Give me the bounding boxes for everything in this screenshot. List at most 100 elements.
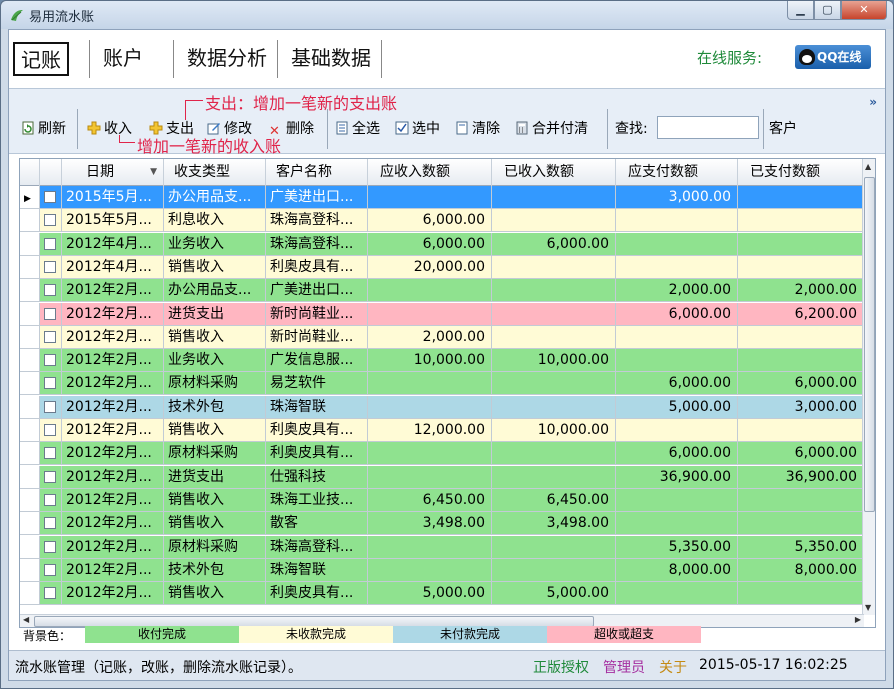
row-checkbox[interactable] [44, 540, 56, 553]
vertical-scroll-thumb[interactable] [864, 177, 875, 512]
cell-received[interactable] [492, 209, 616, 233]
cell-date[interactable]: 2012年2月... [62, 535, 164, 559]
search-input[interactable] [657, 116, 759, 139]
cell-paid[interactable]: 8,000.00 [738, 558, 864, 582]
cell-received[interactable]: 6,450.00 [492, 488, 616, 512]
cell-date[interactable]: 2012年2月... [62, 465, 164, 489]
cell-payable[interactable] [616, 512, 738, 536]
cell-receivable[interactable]: 2,000.00 [368, 325, 492, 349]
row-selector[interactable] [20, 349, 40, 373]
table-row[interactable]: 2012年2月... 销售收入 珠海工业技... 6,450.00 6,450.00 [20, 488, 864, 512]
cell-customer[interactable]: 珠海工业技... [266, 488, 368, 512]
row-selector[interactable] [20, 442, 40, 466]
row-selector[interactable] [20, 488, 40, 512]
cell-type[interactable]: 原材料采购 [164, 372, 266, 396]
cell-paid[interactable] [738, 255, 864, 279]
row-selector[interactable] [20, 279, 40, 303]
cell-date[interactable]: 2012年2月... [62, 512, 164, 536]
tab-data-analysis[interactable]: 数据分析 [181, 42, 273, 76]
cell-type[interactable]: 业务收入 [164, 349, 266, 373]
cell-paid[interactable]: 5,350.00 [738, 535, 864, 559]
cell-received[interactable] [492, 395, 616, 419]
table-row[interactable]: 2012年2月... 原材料采购 易芝软件 6,000.00 6,000.00 [20, 372, 864, 396]
cell-paid[interactable]: 6,000.00 [738, 442, 864, 466]
scroll-up-icon[interactable]: ▲ [865, 162, 871, 171]
cell-receivable[interactable] [368, 535, 492, 559]
cell-received[interactable]: 3,498.00 [492, 512, 616, 536]
row-checkbox[interactable] [44, 214, 56, 227]
table-row[interactable]: 2012年2月... 销售收入 利奥皮具有... 5,000.00 5,000.00 [20, 582, 864, 606]
cell-received[interactable] [492, 465, 616, 489]
cell-received[interactable] [492, 255, 616, 279]
column-header-paid[interactable]: 已支付数额 [738, 159, 864, 186]
cell-receivable[interactable]: 12,000.00 [368, 419, 492, 442]
column-header-received[interactable]: 已收入数额 [492, 159, 616, 186]
scroll-right-icon[interactable]: ▶ [855, 615, 861, 624]
cell-payable[interactable]: 36,900.00 [616, 465, 738, 489]
close-button[interactable]: ✕ [841, 1, 887, 20]
cell-payable[interactable]: 5,350.00 [616, 535, 738, 559]
cell-customer[interactable]: 利奥皮具有... [266, 442, 368, 466]
cell-date[interactable]: 2012年2月... [62, 349, 164, 373]
cell-received[interactable]: 5,000.00 [492, 582, 616, 606]
row-checkbox[interactable] [44, 424, 56, 436]
cell-receivable[interactable] [368, 465, 492, 489]
cell-date[interactable]: 2012年2月... [62, 395, 164, 419]
cell-receivable[interactable] [368, 372, 492, 396]
select-all-button[interactable]: 全选 [335, 119, 380, 139]
row-checkbox[interactable] [44, 400, 56, 413]
cell-customer[interactable]: 广美进出口... [266, 279, 368, 303]
table-row[interactable]: 2012年2月... 办公用品支... 广美进出口... 2,000.00 2,000.… [20, 279, 864, 303]
merge-settle-button[interactable]: 合并付清 [515, 119, 588, 139]
cell-receivable[interactable] [368, 302, 492, 326]
cell-date[interactable]: 2012年2月... [62, 325, 164, 349]
cell-receivable[interactable] [368, 186, 492, 209]
row-checkbox[interactable] [44, 587, 56, 600]
row-selector[interactable] [20, 582, 40, 606]
cell-paid[interactable]: 6,000.00 [738, 372, 864, 396]
cell-type[interactable]: 销售收入 [164, 419, 266, 442]
vertical-scrollbar[interactable]: ▲ ▼ [862, 159, 875, 615]
cell-type[interactable]: 利息收入 [164, 209, 266, 233]
column-header-payable[interactable]: 应支付数额 [616, 159, 738, 186]
cell-paid[interactable] [738, 325, 864, 349]
table-row[interactable]: 2012年2月... 进货支出 仕强科技 36,900.00 36,900.00 [20, 465, 864, 489]
cell-received[interactable] [492, 279, 616, 303]
scroll-left-icon[interactable]: ◀ [23, 615, 29, 624]
row-selector[interactable] [20, 302, 40, 326]
table-row[interactable]: 2012年2月... 销售收入 新时尚鞋业... 2,000.00 [20, 325, 864, 349]
minimize-button[interactable]: ▁ [787, 1, 814, 20]
cell-date[interactable]: 2012年2月... [62, 558, 164, 582]
cell-payable[interactable]: 6,000.00 [616, 442, 738, 466]
cell-type[interactable]: 办公用品支... [164, 279, 266, 303]
cell-customer[interactable]: 珠海智联 [266, 558, 368, 582]
row-checkbox[interactable] [44, 563, 56, 576]
about-link[interactable]: 关于 [659, 657, 687, 677]
cell-paid[interactable] [738, 232, 864, 256]
cell-paid[interactable] [738, 512, 864, 536]
row-selector[interactable] [20, 465, 40, 489]
row-checkbox[interactable] [44, 470, 56, 483]
table-row[interactable]: 2012年4月... 业务收入 珠海高登科... 6,000.00 6,000.00 [20, 232, 864, 256]
table-row[interactable]: 2012年2月... 销售收入 散客 3,498.00 3,498.00 [20, 512, 864, 536]
row-checkbox[interactable] [44, 284, 56, 297]
cell-receivable[interactable] [368, 558, 492, 582]
cell-received[interactable] [492, 302, 616, 326]
cell-received[interactable]: 10,000.00 [492, 419, 616, 442]
cell-received[interactable] [492, 186, 616, 209]
cell-customer[interactable]: 易芝软件 [266, 372, 368, 396]
cell-received[interactable]: 10,000.00 [492, 349, 616, 373]
table-row[interactable]: 2015年5月... 利息收入 珠海高登科... 6,000.00 [20, 209, 864, 233]
cell-customer[interactable]: 新时尚鞋业... [266, 302, 368, 326]
row-selector[interactable] [20, 419, 40, 442]
cell-paid[interactable] [738, 209, 864, 233]
cell-customer[interactable]: 珠海高登科... [266, 535, 368, 559]
cell-paid[interactable] [738, 488, 864, 512]
cell-payable[interactable] [616, 488, 738, 512]
row-checkbox[interactable] [44, 354, 56, 367]
row-selector[interactable] [20, 255, 40, 279]
row-selector[interactable]: ▶ [20, 186, 40, 209]
tab-bookkeeping[interactable]: 记账 [13, 42, 69, 76]
table-row[interactable]: 2012年2月... 技术外包 珠海智联 5,000.00 3,000.00 [20, 395, 864, 419]
row-checkbox[interactable] [44, 307, 56, 320]
